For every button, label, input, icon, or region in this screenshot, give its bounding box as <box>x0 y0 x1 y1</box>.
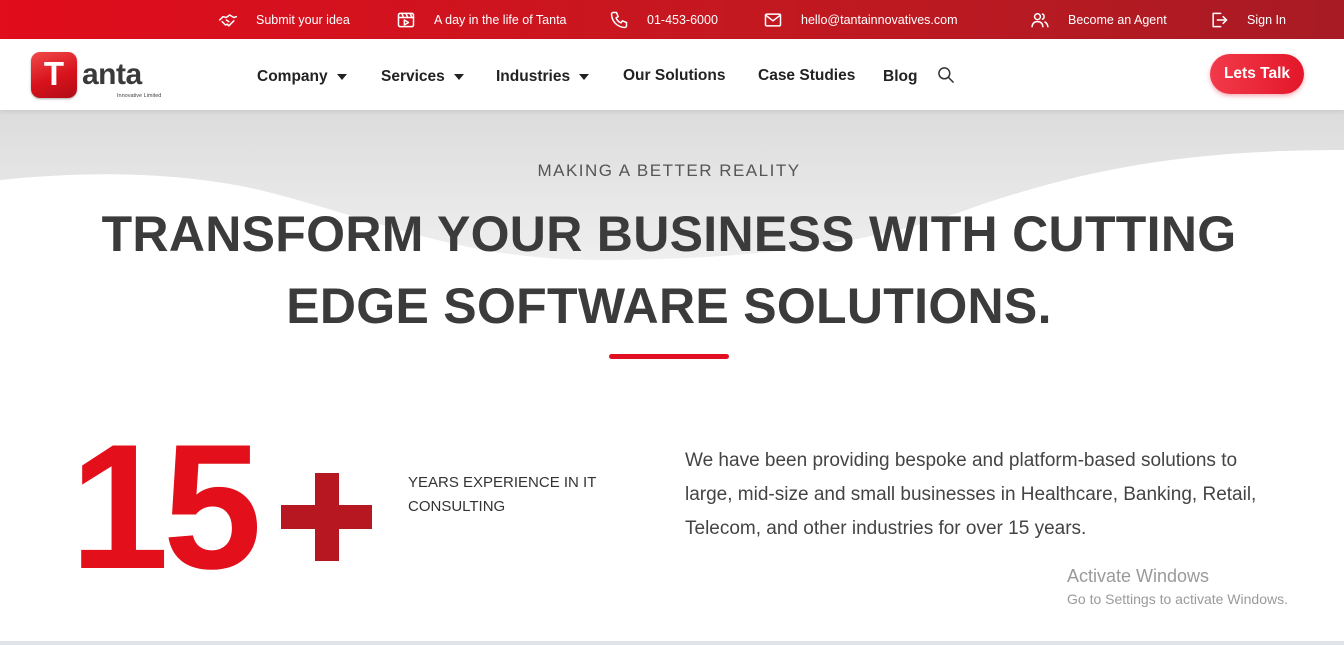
years-number: 15 <box>70 407 262 606</box>
logo-wordmark: anta <box>82 58 142 91</box>
nav-industries-label: Industries <box>496 68 571 85</box>
about-paragraph: We have been providing bespoke and platf… <box>685 450 1257 539</box>
submit-idea-link[interactable]: Submit your idea <box>218 0 350 39</box>
hero-headline-line-1: TRANSFORM YOUR BUSINESS WITH CUTTING <box>101 206 1237 262</box>
tanta-logo[interactable]: T anta Innovative Limited <box>31 52 161 102</box>
nav-item-company[interactable]: Company <box>257 68 347 86</box>
user-group-icon <box>1031 12 1049 27</box>
hero-eyebrow: MAKING A BETTER REALITY <box>537 161 801 180</box>
submit-idea-label: Submit your idea <box>256 12 350 27</box>
nav-blog-label: Blog <box>883 68 918 85</box>
hero-divider <box>609 354 729 359</box>
become-agent-label: Become an Agent <box>1068 12 1167 27</box>
become-agent-link[interactable]: Become an Agent <box>1030 0 1167 39</box>
nav-item-case-studies[interactable]: Case Studies <box>758 67 855 85</box>
watermark-subtitle: Go to Settings to activate Windows. <box>1067 591 1288 607</box>
watermark-title: Activate Windows <box>1067 566 1210 586</box>
page-bottom-divider <box>0 641 1344 645</box>
email-link[interactable]: hello@tantainnovatives.com <box>763 0 958 39</box>
nav-item-services[interactable]: Services <box>381 68 464 86</box>
chevron-down-icon <box>453 74 464 80</box>
logo-mark: T <box>31 52 77 98</box>
windows-activation-watermark: Activate Windows Go to Settings to activ… <box>1067 564 1288 610</box>
nav-item-blog[interactable]: Blog <box>883 68 917 86</box>
mail-icon <box>764 12 782 27</box>
nav-our-solutions-label: Our Solutions <box>623 67 726 84</box>
sign-in-icon <box>1212 12 1228 27</box>
sign-in-label: Sign In <box>1247 12 1286 27</box>
sign-in-link[interactable]: Sign In <box>1209 0 1286 39</box>
main-navbar: T anta Innovative Limited Company Servic… <box>0 39 1344 110</box>
search-icon[interactable] <box>936 65 956 85</box>
years-plus-sign <box>281 473 372 561</box>
day-in-life-label: A day in the life of Tanta <box>434 12 567 27</box>
nav-services-label: Services <box>381 68 445 85</box>
email-label: hello@tantainnovatives.com <box>801 12 958 27</box>
hero-headline: TRANSFORM YOUR BUSINESS WITH CUTTING EDG… <box>84 198 1254 342</box>
nav-item-our-solutions[interactable]: Our Solutions <box>623 67 725 85</box>
phone-label: 01-453-6000 <box>647 12 718 27</box>
hero-headline-line-2: EDGE SOFTWARE SOLUTIONS. <box>286 278 1052 334</box>
nav-company-label: Company <box>257 68 328 85</box>
nav-item-industries[interactable]: Industries <box>496 68 590 86</box>
years-caption: YEARS EXPERIENCE IN IT CONSULTING <box>408 474 597 515</box>
nav-case-studies-label: Case Studies <box>758 67 856 84</box>
handshake-icon <box>218 13 238 27</box>
logo-mark-letter: T <box>43 55 65 92</box>
phone-icon <box>610 11 628 28</box>
top-utility-bar: Submit your idea A day in the life of Ta… <box>0 0 1344 39</box>
lets-talk-button[interactable]: Lets Talk <box>1210 54 1304 94</box>
day-in-life-link[interactable]: A day in the life of Tanta <box>396 0 567 39</box>
chevron-down-icon <box>579 74 590 80</box>
chevron-down-icon <box>336 74 347 80</box>
video-icon <box>397 12 415 27</box>
logo-tagline: Innovative Limited <box>117 93 162 99</box>
phone-link[interactable]: 01-453-6000 <box>609 0 718 39</box>
